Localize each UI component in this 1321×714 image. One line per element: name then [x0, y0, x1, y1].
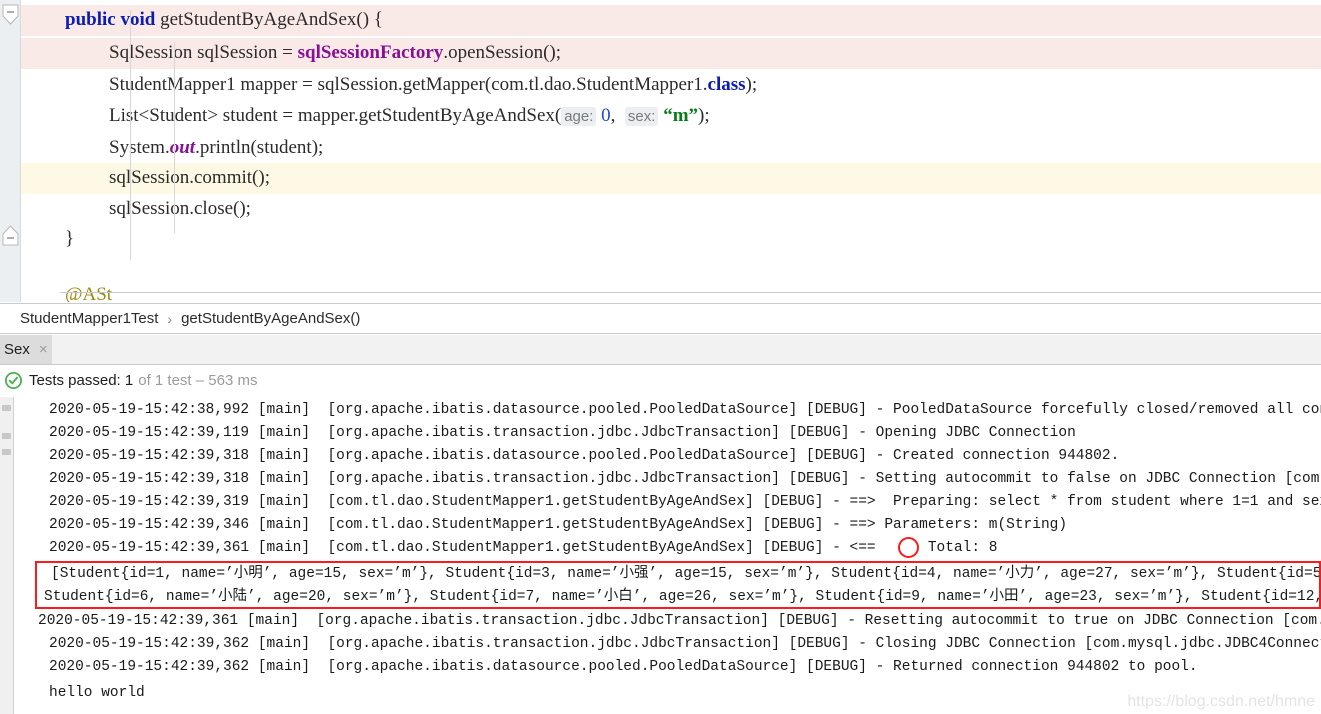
code-token: .openSession(); [443, 42, 561, 63]
console-log-line: 2020-05-19-15:42:39,362 [main] [org.apac… [49, 659, 1198, 675]
console-output-panel[interactable]: 2020-05-19-15:42:38,992 [main] [org.apac… [0, 397, 1321, 714]
code-token-hint: age: [561, 107, 597, 126]
indent-guide [130, 10, 131, 260]
tab-test-run[interactable]: Sex × [0, 335, 52, 364]
code-line[interactable]: @ASt [21, 280, 112, 302]
student-result-highlight-box [35, 561, 1321, 609]
code-editor[interactable]: public void getStudentByAgeAndSex() {Sql… [0, 0, 1321, 302]
ide-window: public void getStudentByAgeAndSex() {Sql… [0, 0, 1321, 714]
code-token-num: 0 [601, 105, 611, 126]
code-token-str: “m” [663, 105, 699, 126]
code-token: , [610, 105, 625, 126]
editor-gutter[interactable] [0, 0, 21, 302]
code-token-kw: void [120, 9, 156, 30]
console-log-line: 2020-05-19-15:42:38,992 [main] [org.apac… [49, 402, 1321, 418]
code-line[interactable]: StudentMapper1 mapper = sqlSession.getMa… [21, 70, 757, 100]
tab-label: Sex [4, 341, 30, 358]
code-token-anno: @ASt [65, 284, 113, 302]
code-token: } [65, 228, 75, 249]
code-token-hint: sex: [624, 107, 659, 126]
breadcrumb-item-class[interactable]: StudentMapper1Test [20, 310, 158, 327]
tests-detail-label: of 1 test – 563 ms [138, 372, 258, 389]
code-token-kw: public [65, 9, 116, 30]
console-log-line: 2020-05-19-15:42:39,362 [main] [org.apac… [49, 636, 1321, 652]
breadcrumb[interactable]: StudentMapper1Test › getStudentByAgeAndS… [0, 303, 1321, 334]
console-log-line: 2020-05-19-15:42:39,319 [main] [com.tl.d… [49, 494, 1321, 510]
code-token: List<Student> student = mapper.getStuden… [109, 105, 562, 126]
console-log-line: 2020-05-19-15:42:39,318 [main] [org.apac… [49, 471, 1321, 487]
code-line[interactable]: sqlSession.close(); [21, 194, 251, 224]
console-log-line: 2020-05-19-15:42:39,119 [main] [org.apac… [49, 425, 1076, 441]
check-circle-icon [5, 372, 22, 389]
watermark-text: https://blog.csdn.net/hmne [1127, 693, 1315, 710]
tests-passed-label: Tests passed: 1 [29, 372, 134, 389]
fold-collapse-bottom-icon[interactable] [2, 224, 19, 246]
code-line[interactable]: sqlSession.commit(); [21, 163, 270, 193]
close-icon[interactable]: × [39, 341, 48, 358]
code-line[interactable]: public void getStudentByAgeAndSex() { [21, 5, 383, 35]
breadcrumb-item-method[interactable]: getStudentByAgeAndSex() [181, 310, 360, 327]
code-token: getStudentByAgeAndSex() { [155, 9, 383, 30]
code-token: System. [109, 137, 170, 158]
code-token: StudentMapper1 mapper = sqlSession.getMa… [109, 74, 708, 95]
fold-collapse-top-icon[interactable] [2, 4, 19, 25]
code-text-area[interactable]: public void getStudentByAgeAndSex() {Sql… [21, 0, 1321, 302]
code-token: SqlSession sqlSession = [109, 42, 298, 63]
total-count-highlight-circle [898, 537, 919, 558]
code-token: sqlSession.commit(); [109, 167, 270, 188]
code-token: ); [698, 105, 710, 126]
console-log-line: 2020-05-19-15:42:39,361 [main] [com.tl.d… [49, 540, 998, 556]
code-line[interactable]: List<Student> student = mapper.getStuden… [21, 101, 710, 131]
code-line[interactable]: SqlSession sqlSession = sqlSessionFactor… [21, 38, 561, 68]
test-status-bar: Tests passed: 1 of 1 test – 563 ms [0, 365, 1321, 396]
console-log-line: 2020-05-19-15:42:39,346 [main] [com.tl.d… [49, 517, 1068, 533]
code-token-cls: class [707, 74, 746, 95]
code-token: ); [745, 74, 758, 95]
console-log-line: hello world [49, 685, 145, 701]
code-line[interactable]: System.out.println(student); [21, 133, 323, 163]
code-line[interactable]: } [21, 224, 74, 254]
console-log-line: 2020-05-19-15:42:39,318 [main] [org.apac… [49, 448, 1120, 464]
code-token-fld: sqlSessionFactory [297, 42, 444, 63]
code-token: .println(student); [195, 137, 324, 158]
method-separator-line [60, 292, 1321, 293]
console-log-line: 2020-05-19-15:42:39,361 [main] [org.apac… [38, 613, 1321, 629]
run-tab-strip[interactable]: Sex × [0, 335, 1321, 365]
indent-guide [174, 43, 175, 233]
breadcrumb-separator-icon: › [167, 310, 173, 327]
